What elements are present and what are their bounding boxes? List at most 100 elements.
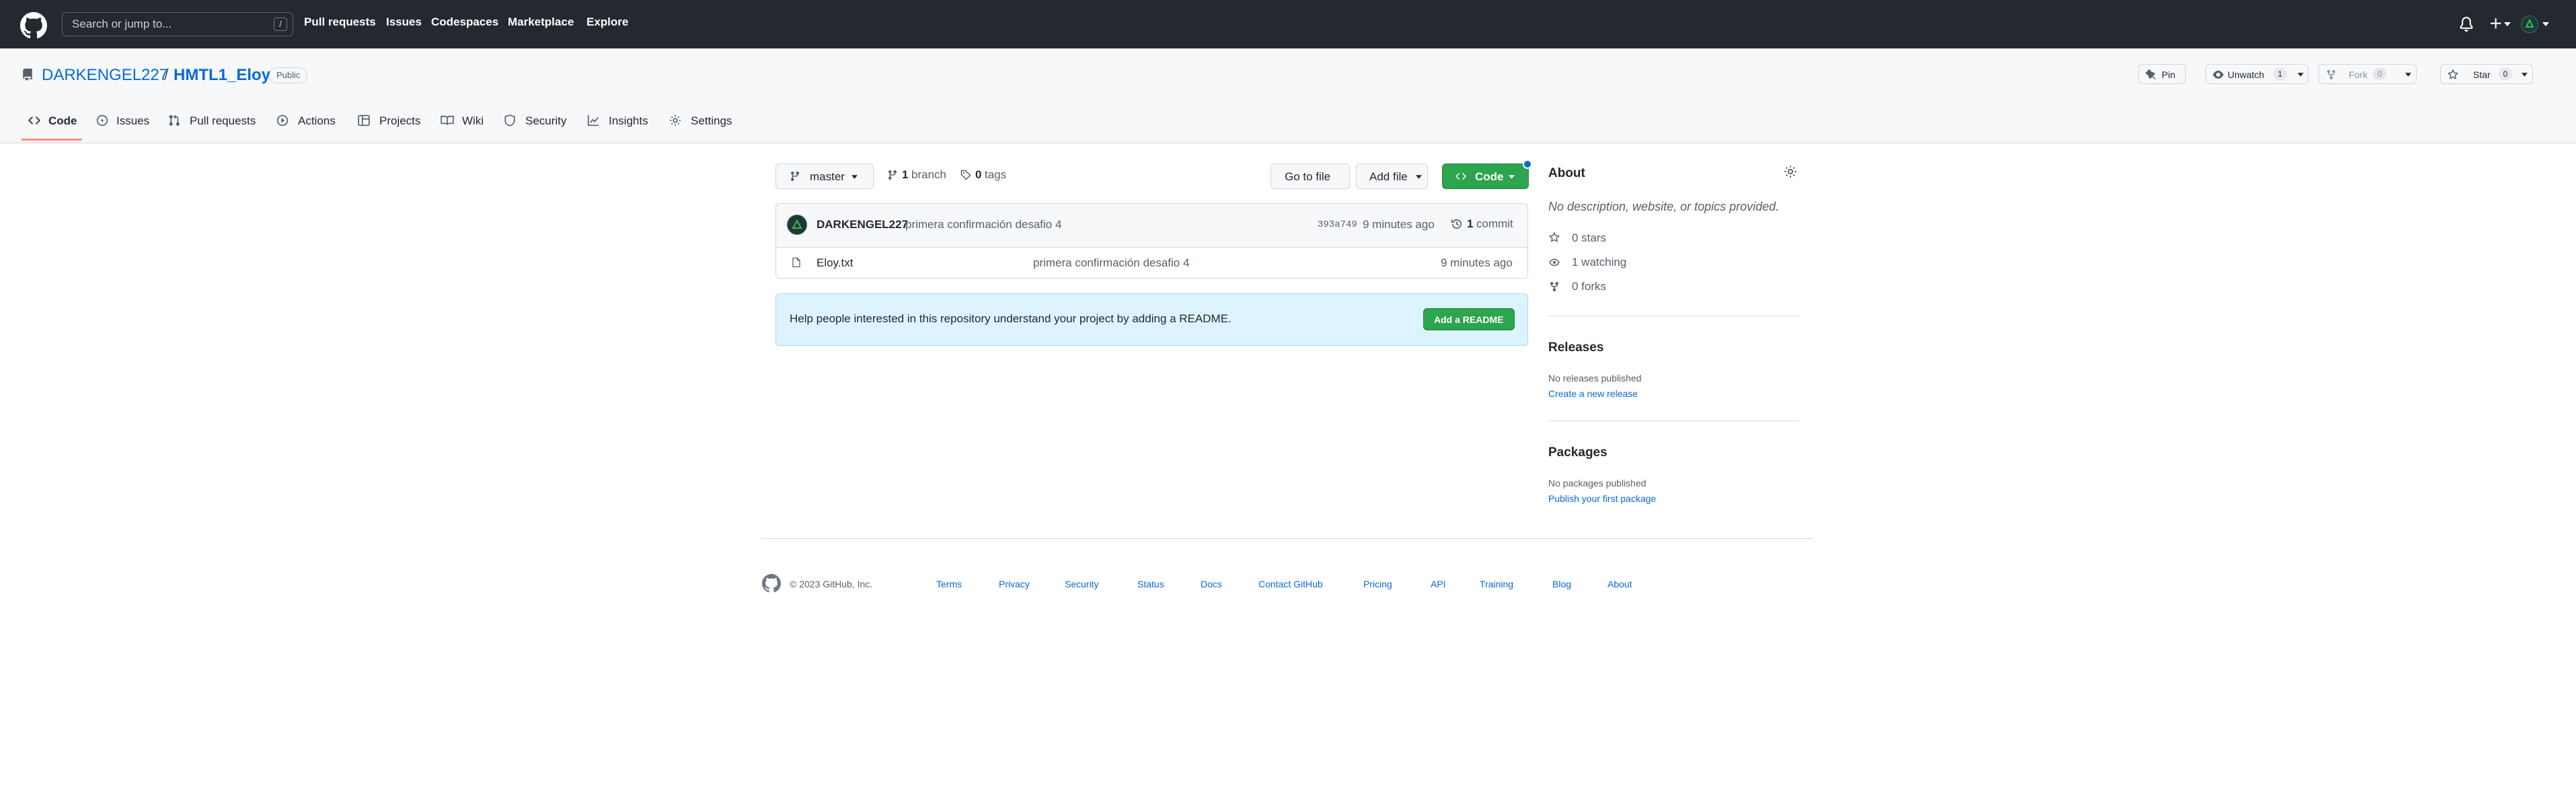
- footer-link-blog[interactable]: Blog: [1552, 579, 1571, 589]
- avatar[interactable]: [2521, 15, 2538, 33]
- chevron-down-icon[interactable]: [2542, 22, 2549, 27]
- footer-link-training[interactable]: Training: [1480, 579, 1513, 589]
- issue-icon: [96, 114, 108, 126]
- current-branch: master: [810, 170, 845, 183]
- chevron-down-icon: [1509, 175, 1515, 179]
- fork-icon: [1550, 282, 1558, 292]
- chevron-down-icon: [2405, 73, 2411, 77]
- pin-button[interactable]: Pin: [2138, 64, 2186, 84]
- add-readme-button[interactable]: Add a README: [1423, 308, 1515, 330]
- search-input[interactable]: Search or jump to... /: [62, 12, 293, 36]
- go-to-file-label: Go to file: [1285, 170, 1331, 183]
- avatar-emblem-icon: [792, 219, 802, 229]
- gear-icon[interactable]: [1784, 165, 1797, 178]
- tab-issues-label: Issues: [116, 114, 150, 127]
- readme-prompt-banner: Help people interested in this repositor…: [775, 293, 1528, 346]
- commit-message[interactable]: primera confirmación desafio 4: [905, 218, 1061, 231]
- commits-history-link[interactable]: 1 commit: [1451, 217, 1522, 232]
- eye-icon: [2213, 71, 2224, 79]
- tag-icon: [960, 170, 971, 180]
- repository-header: [0, 48, 2576, 143]
- bell-icon[interactable]: [2459, 16, 2474, 32]
- footer-link-pricing[interactable]: Pricing: [1363, 579, 1392, 589]
- chevron-down-icon: [2298, 73, 2304, 77]
- github-logo-icon[interactable]: [20, 12, 47, 39]
- stars-link[interactable]: 0 stars: [1572, 231, 1606, 245]
- tab-pull-requests-label: Pull requests: [190, 114, 256, 127]
- add-file-button[interactable]: Add file: [1356, 164, 1428, 189]
- graph-icon: [587, 115, 599, 126]
- repo-name-link[interactable]: HMTL1_Eloy: [174, 66, 270, 85]
- commit-sha[interactable]: 393a749: [1318, 219, 1357, 230]
- tab-projects-label: Projects: [379, 114, 421, 127]
- fork-icon: [2327, 70, 2335, 80]
- commits-label: commit: [1476, 217, 1513, 230]
- avatar-emblem-icon: [2525, 18, 2534, 28]
- search-placeholder: Search or jump to...: [72, 17, 172, 30]
- nav-marketplace[interactable]: Marketplace: [508, 15, 574, 29]
- footer-link-docs[interactable]: Docs: [1201, 579, 1222, 589]
- releases-empty-text: No releases published: [1548, 373, 1642, 384]
- forks-link[interactable]: 0 forks: [1572, 280, 1606, 293]
- shield-icon: [504, 114, 515, 126]
- footer-copyright: © 2023 GitHub, Inc.: [790, 579, 873, 589]
- branches-count: 1: [902, 168, 909, 181]
- table-row[interactable]: Eloy.txt primera confirmación desafio 4 …: [776, 247, 1527, 278]
- github-logo-icon[interactable]: [762, 574, 781, 593]
- watching-link[interactable]: 1 watching: [1572, 256, 1626, 269]
- releases-heading[interactable]: Releases: [1548, 340, 1603, 355]
- play-icon: [276, 114, 289, 126]
- code-icon: [28, 116, 40, 124]
- nav-explore[interactable]: Explore: [586, 15, 628, 29]
- add-file-label: Add file: [1369, 170, 1408, 183]
- footer-link-terms[interactable]: Terms: [936, 579, 962, 589]
- footer-link-about[interactable]: About: [1607, 579, 1632, 589]
- nav-issues[interactable]: Issues: [386, 15, 422, 29]
- chevron-down-icon[interactable]: [2504, 22, 2511, 27]
- footer-link-status[interactable]: Status: [1137, 579, 1164, 589]
- fork-button[interactable]: Fork 0: [2318, 64, 2417, 84]
- footer-link-api[interactable]: API: [1431, 579, 1446, 589]
- fork-label: Fork: [2349, 69, 2367, 80]
- footer-link-contact[interactable]: Contact GitHub: [1258, 579, 1323, 589]
- add-readme-label: Add a README: [1434, 314, 1504, 325]
- file-commit-message[interactable]: primera confirmación desafio 4: [1033, 256, 1189, 270]
- go-to-file-button[interactable]: Go to file: [1271, 164, 1350, 189]
- chevron-down-icon: [851, 175, 858, 179]
- packages-heading[interactable]: Packages: [1548, 445, 1607, 460]
- chevron-down-icon: [2522, 73, 2528, 77]
- repo-owner-link[interactable]: DARKENGEL227: [42, 66, 168, 85]
- tab-security-label: Security: [525, 114, 567, 127]
- plus-icon[interactable]: [2489, 16, 2503, 31]
- file-name[interactable]: Eloy.txt: [817, 256, 853, 270]
- create-release-link[interactable]: Create a new release: [1548, 388, 1638, 399]
- visibility-badge: Public: [269, 67, 308, 83]
- about-heading: About: [1548, 166, 1585, 180]
- tags-count: 0: [975, 168, 982, 181]
- commit-author[interactable]: DARKENGEL227: [817, 218, 908, 231]
- star-button[interactable]: Star 0: [2440, 64, 2533, 84]
- table-icon: [358, 114, 370, 126]
- commits-count: 1: [1467, 217, 1474, 230]
- publish-package-link[interactable]: Publish your first package: [1548, 493, 1656, 504]
- footer-link-security[interactable]: Security: [1065, 579, 1099, 589]
- footer-link-privacy[interactable]: Privacy: [999, 579, 1030, 589]
- footer-divider: [761, 538, 1812, 539]
- pin-icon: [2146, 69, 2156, 80]
- star-counter: 0: [2499, 68, 2512, 80]
- branch-selector[interactable]: master: [775, 164, 874, 189]
- branches-label: branch: [911, 168, 946, 181]
- unwatch-button[interactable]: Unwatch 1: [2205, 64, 2308, 84]
- commit-time: 9 minutes ago: [1363, 218, 1435, 231]
- search-shortcut-key: /: [274, 17, 287, 31]
- code-button[interactable]: Code: [1442, 159, 1532, 189]
- nav-codespaces[interactable]: Codespaces: [431, 15, 498, 29]
- tab-settings-label: Settings: [691, 114, 732, 127]
- tab-code-label: Code: [48, 114, 77, 127]
- avatar[interactable]: [787, 215, 807, 235]
- fork-counter: 0: [2373, 68, 2386, 80]
- nav-pull-requests[interactable]: Pull requests: [304, 15, 376, 29]
- tags-label: tags: [985, 168, 1007, 181]
- file-listing: DARKENGEL227 primera confirmación desafi…: [775, 203, 1528, 279]
- packages-empty-text: No packages published: [1548, 478, 1646, 489]
